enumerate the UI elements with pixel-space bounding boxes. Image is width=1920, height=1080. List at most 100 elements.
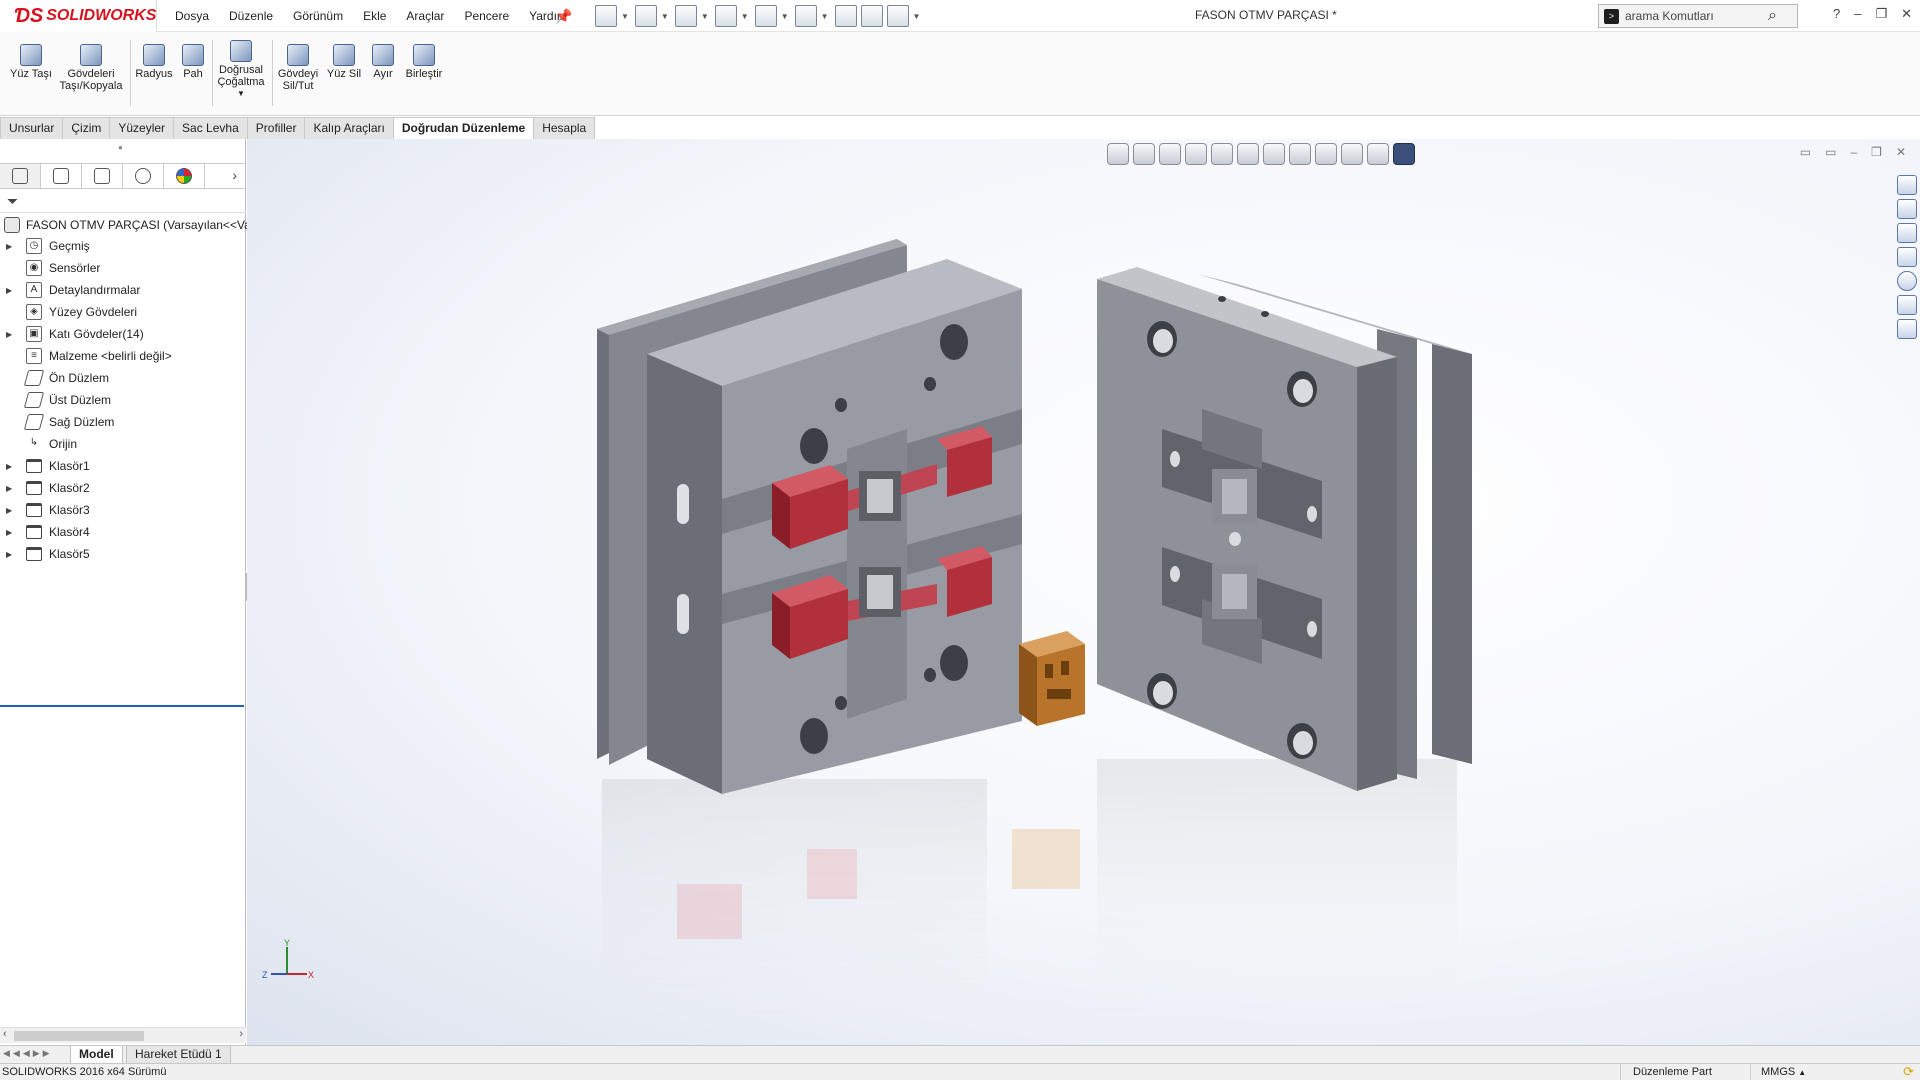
realview-graphics-icon[interactable] bbox=[1393, 143, 1415, 165]
configuration-manager-tab[interactable] bbox=[82, 164, 123, 188]
tab-nav-arrows-icon[interactable]: ◀◀◀▶▶ bbox=[3, 1048, 53, 1059]
menu-dosya[interactable]: Dosya bbox=[175, 9, 209, 23]
status-units[interactable]: MMGS ▲ bbox=[1750, 1064, 1870, 1080]
forum-icon[interactable] bbox=[1897, 319, 1917, 339]
previous-view-icon[interactable] bbox=[1159, 143, 1181, 165]
file-properties-icon[interactable] bbox=[860, 5, 883, 27]
viewport-restore-icon[interactable]: ❐ bbox=[1871, 145, 1882, 159]
expand-arrow-icon[interactable]: ▶ bbox=[6, 550, 18, 559]
rebuild-icon[interactable] bbox=[834, 5, 857, 27]
options-gear-icon[interactable] bbox=[886, 5, 909, 27]
close-icon[interactable]: ✕ bbox=[1901, 6, 1912, 22]
govdeyi-sil-button[interactable]: Gövdeyi Sil/Tut bbox=[276, 44, 320, 92]
expand-arrow-icon[interactable]: ▶ bbox=[6, 528, 18, 537]
tab-hesapla[interactable]: Hesapla bbox=[533, 117, 596, 139]
tree-filter-row[interactable]: ⏷ bbox=[0, 191, 246, 213]
tree-horizontal-scrollbar[interactable]: ‹ › bbox=[0, 1027, 246, 1043]
display-manager-tab[interactable] bbox=[164, 164, 205, 188]
print-icon[interactable] bbox=[714, 5, 737, 27]
search-commands-input[interactable]: > arama Komutları ⌕ bbox=[1598, 4, 1798, 28]
dimxpert-tab[interactable] bbox=[123, 164, 164, 188]
tree-item-ust-duzlem[interactable]: Üst Düzlem bbox=[0, 389, 246, 411]
magnifier-icon[interactable]: ⌕ bbox=[1768, 7, 1777, 25]
menu-gorunum[interactable]: Görünüm bbox=[293, 9, 343, 23]
menu-pencere[interactable]: Pencere bbox=[464, 9, 509, 23]
tab-dogrudan-duzenleme[interactable]: Doğrudan Düzenleme bbox=[392, 117, 535, 139]
tree-item-sensorler[interactable]: ◉ Sensörler bbox=[0, 257, 246, 279]
pattern-dropdown-icon[interactable]: ▼ bbox=[214, 88, 268, 100]
tree-item-klasor3[interactable]: ▶ Klasör3 bbox=[0, 499, 246, 521]
open-dropdown-icon[interactable]: ▼ bbox=[661, 12, 669, 21]
menu-duzenle[interactable]: Düzenle bbox=[229, 9, 273, 23]
scroll-right-arrow-icon[interactable]: › bbox=[239, 1028, 243, 1040]
pah-button[interactable]: Pah bbox=[178, 44, 208, 80]
view-palette-icon[interactable] bbox=[1897, 247, 1917, 267]
minimize-icon[interactable]: – bbox=[1854, 6, 1861, 22]
tree-item-klasor4[interactable]: ▶ Klasör4 bbox=[0, 521, 246, 543]
tab-sac-levha[interactable]: Sac Levha bbox=[173, 117, 248, 139]
feature-manager-tab[interactable] bbox=[0, 164, 41, 188]
undo-icon[interactable] bbox=[754, 5, 777, 27]
save-icon[interactable] bbox=[674, 5, 697, 27]
hide-show-items-icon[interactable] bbox=[1289, 143, 1311, 165]
tab-yuzeyler[interactable]: Yüzeyler bbox=[109, 117, 175, 139]
display-style-icon[interactable] bbox=[1263, 143, 1285, 165]
dynamic-annotation-icon[interactable] bbox=[1211, 143, 1233, 165]
edit-appearance-icon[interactable] bbox=[1315, 143, 1337, 165]
tree-item-orijin[interactable]: ↳ Orijin bbox=[0, 433, 246, 455]
file-explorer-icon[interactable] bbox=[1897, 223, 1917, 243]
filter-icon[interactable]: ⏷ bbox=[7, 193, 18, 210]
new-document-icon[interactable] bbox=[595, 5, 617, 27]
birlestir-button[interactable]: Birleştir bbox=[402, 44, 446, 80]
new-dropdown-icon[interactable]: ▼ bbox=[621, 12, 629, 21]
property-manager-tab[interactable] bbox=[41, 164, 82, 188]
govdeleri-tasi-button[interactable]: Gövdeleri Taşı/Kopyala bbox=[58, 44, 124, 92]
menu-ekle[interactable]: Ekle bbox=[363, 9, 386, 23]
view-settings-icon[interactable] bbox=[1367, 143, 1389, 165]
custom-properties-icon[interactable] bbox=[1897, 295, 1917, 315]
dogrusal-cogaltma-button[interactable]: Doğrusal Çoğaltma ▼ bbox=[214, 40, 268, 100]
tile-right-icon[interactable]: ▭ bbox=[1825, 145, 1836, 159]
print-dropdown-icon[interactable]: ▼ bbox=[741, 12, 749, 21]
rebuild-status-icon[interactable]: ⟳ bbox=[1903, 1064, 1914, 1080]
undo-dropdown-icon[interactable]: ▼ bbox=[781, 12, 789, 21]
molded-part[interactable] bbox=[1019, 631, 1085, 726]
apply-scene-icon[interactable] bbox=[1341, 143, 1363, 165]
viewport-close-icon[interactable]: ✕ bbox=[1896, 145, 1906, 159]
tab-model[interactable]: Model bbox=[70, 1046, 123, 1064]
tab-profiller[interactable]: Profiller bbox=[246, 117, 306, 139]
expand-arrow-icon[interactable]: ▶ bbox=[6, 242, 18, 251]
yuz-sil-button[interactable]: Yüz Sil bbox=[324, 44, 364, 80]
tree-item-kati-govdeler[interactable]: ▶ ▣ Katı Gövdeler(14) bbox=[0, 323, 246, 345]
select-arrow-icon[interactable] bbox=[794, 5, 817, 27]
scroll-left-arrow-icon[interactable]: ‹ bbox=[3, 1028, 7, 1040]
ayir-button[interactable]: Ayır bbox=[368, 44, 398, 80]
appearances-icon[interactable] bbox=[1897, 271, 1917, 291]
yuz-tasi-button[interactable]: Yüz Taşı bbox=[8, 44, 54, 80]
expand-arrow-icon[interactable]: ▶ bbox=[6, 286, 18, 295]
zoom-to-fit-icon[interactable] bbox=[1107, 143, 1129, 165]
panel-grip-icon[interactable]: ● bbox=[118, 143, 123, 152]
design-library-icon[interactable] bbox=[1897, 199, 1917, 219]
select-dropdown-icon[interactable]: ▼ bbox=[821, 12, 829, 21]
help-icon[interactable]: ? bbox=[1833, 6, 1840, 22]
tree-item-sag-duzlem[interactable]: Sağ Düzlem bbox=[0, 411, 246, 433]
panel-expand-arrow-icon[interactable]: › bbox=[232, 167, 237, 183]
tree-item-gecmis[interactable]: ▶ ◷ Geçmiş bbox=[0, 235, 246, 257]
save-dropdown-icon[interactable]: ▼ bbox=[701, 12, 709, 21]
expand-arrow-icon[interactable]: ▶ bbox=[6, 462, 18, 471]
tree-item-klasor2[interactable]: ▶ Klasör2 bbox=[0, 477, 246, 499]
view-orientation-icon[interactable] bbox=[1237, 143, 1259, 165]
tile-left-icon[interactable]: ▭ bbox=[1800, 145, 1811, 159]
home-icon[interactable] bbox=[1897, 175, 1917, 195]
cavity-half[interactable] bbox=[1097, 267, 1472, 791]
pin-icon[interactable]: 📌 bbox=[555, 8, 572, 25]
tree-item-detaylandirmalar[interactable]: ▶ A Detaylandırmalar bbox=[0, 279, 246, 301]
tab-hareket-etudu[interactable]: Hareket Etüdü 1 bbox=[126, 1046, 231, 1064]
rollback-bar[interactable] bbox=[0, 705, 244, 707]
tree-item-klasor1[interactable]: ▶ Klasör1 bbox=[0, 455, 246, 477]
open-icon[interactable] bbox=[634, 5, 657, 27]
tree-item-malzeme[interactable]: ≡ Malzeme <belirli değil> bbox=[0, 345, 246, 367]
options-dropdown-icon[interactable]: ▼ bbox=[913, 12, 921, 21]
tab-cizim[interactable]: Çizim bbox=[62, 117, 111, 139]
